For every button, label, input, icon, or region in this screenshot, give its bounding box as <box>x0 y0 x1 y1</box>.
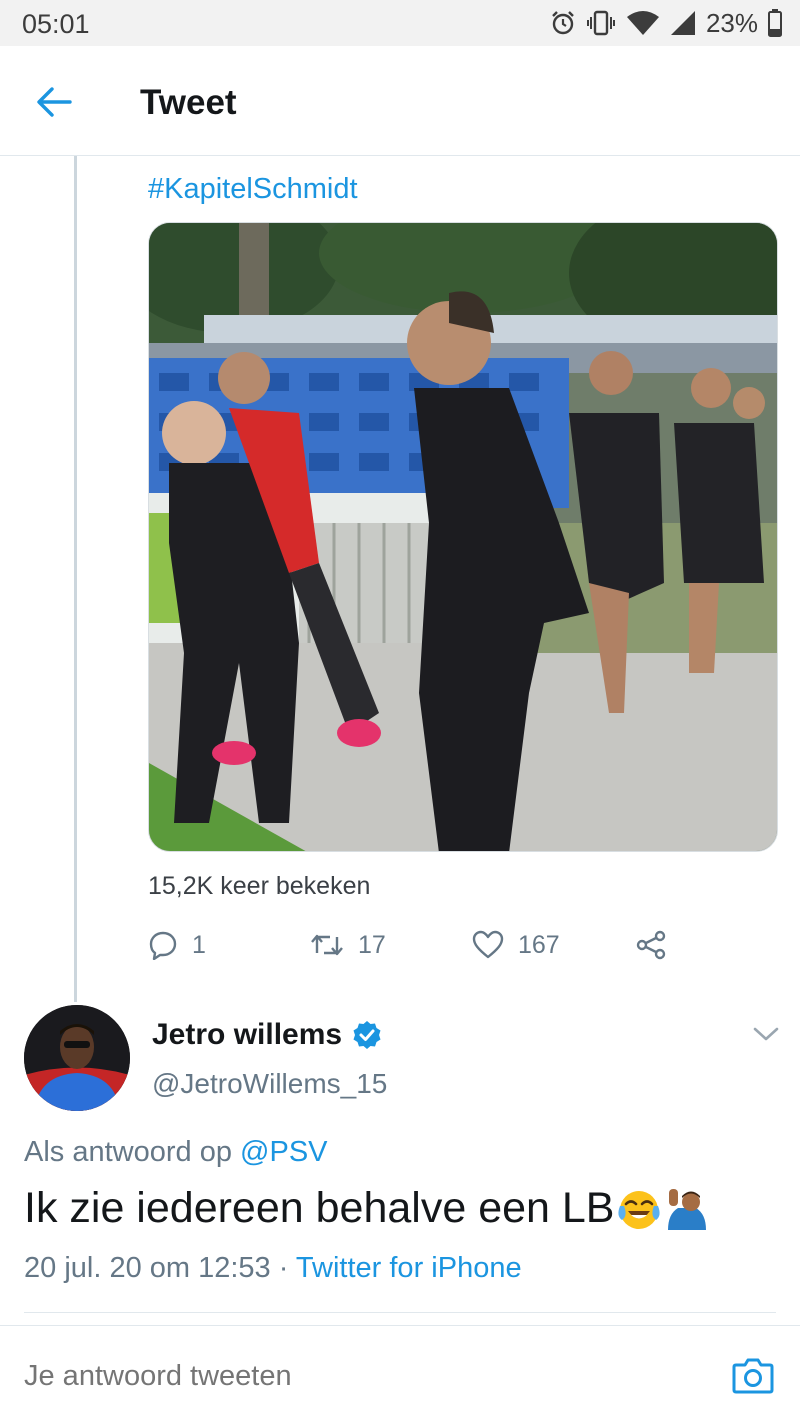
thread-connector-line <box>74 156 77 1002</box>
signal-icon <box>670 11 695 35</box>
retweet-button[interactable]: 17 <box>310 924 386 966</box>
app-header: Tweet <box>0 46 800 156</box>
tweet-meta: 20 jul. 20 om 12:53 · Twitter for iPhone <box>24 1252 522 1285</box>
author-name-row[interactable]: Jetro willems <box>152 1018 382 1052</box>
reply-context: Als antwoord op @PSV <box>24 1136 328 1169</box>
battery-percent: 23% <box>705 7 758 38</box>
page-title: Tweet <box>140 83 237 122</box>
share-icon <box>636 930 666 960</box>
video-thumbnail <box>149 223 777 851</box>
retweet-count: 17 <box>358 930 386 959</box>
reply-compose-bar <box>0 1325 800 1422</box>
camera-icon[interactable] <box>732 1356 774 1394</box>
author-handle[interactable]: @JetroWillems_15 <box>152 1068 387 1100</box>
arrow-left-icon <box>37 87 72 117</box>
back-button[interactable] <box>30 78 78 126</box>
status-time: 05:01 <box>22 9 90 39</box>
reply-button[interactable]: 1 <box>148 924 206 966</box>
chevron-down-icon[interactable] <box>752 1024 780 1044</box>
avatar[interactable] <box>24 1005 130 1111</box>
person-raising-hand-emoji <box>668 1188 707 1230</box>
tweet-timestamp: 20 jul. 20 om 12:53 · <box>24 1252 296 1284</box>
wifi-icon <box>626 11 659 35</box>
avatar-image <box>24 1005 130 1111</box>
vibrate-icon <box>586 10 615 36</box>
reply-input[interactable] <box>24 1360 684 1393</box>
tweet-body: Ik zie iedereen behalve een LB <box>24 1184 615 1232</box>
alarm-icon <box>552 11 574 35</box>
hashtag-link[interactable]: #KapitelSchmidt <box>148 173 358 206</box>
tweet-actions: 1 17 167 <box>148 924 778 966</box>
view-count: 15,2K keer bekeken <box>148 872 371 900</box>
face-with-tears-of-joy-emoji <box>618 1190 661 1229</box>
author-name: Jetro willems <box>152 1018 343 1051</box>
status-bar: 05:01 23% <box>0 0 800 46</box>
reply-mention-link[interactable]: @PSV <box>240 1136 327 1168</box>
status-icons: 23% <box>550 6 782 40</box>
heart-icon <box>472 930 504 959</box>
tweet-emojis <box>616 1186 710 1232</box>
tweet-source-link[interactable]: Twitter for iPhone <box>296 1252 522 1284</box>
reply-count: 1 <box>192 930 206 959</box>
reply-icon <box>149 931 177 960</box>
tweet-video[interactable] <box>148 222 778 852</box>
like-button[interactable]: 167 <box>472 924 560 966</box>
share-button[interactable] <box>636 924 666 966</box>
verified-badge-icon <box>353 1021 381 1049</box>
like-count: 167 <box>518 930 560 959</box>
retweet-icon <box>311 934 343 956</box>
divider <box>24 1312 776 1313</box>
reply-prefix: Als antwoord op <box>24 1136 232 1168</box>
tweet-text: Ik zie iedereen behalve een LB <box>24 1184 710 1233</box>
battery-icon <box>768 9 782 37</box>
